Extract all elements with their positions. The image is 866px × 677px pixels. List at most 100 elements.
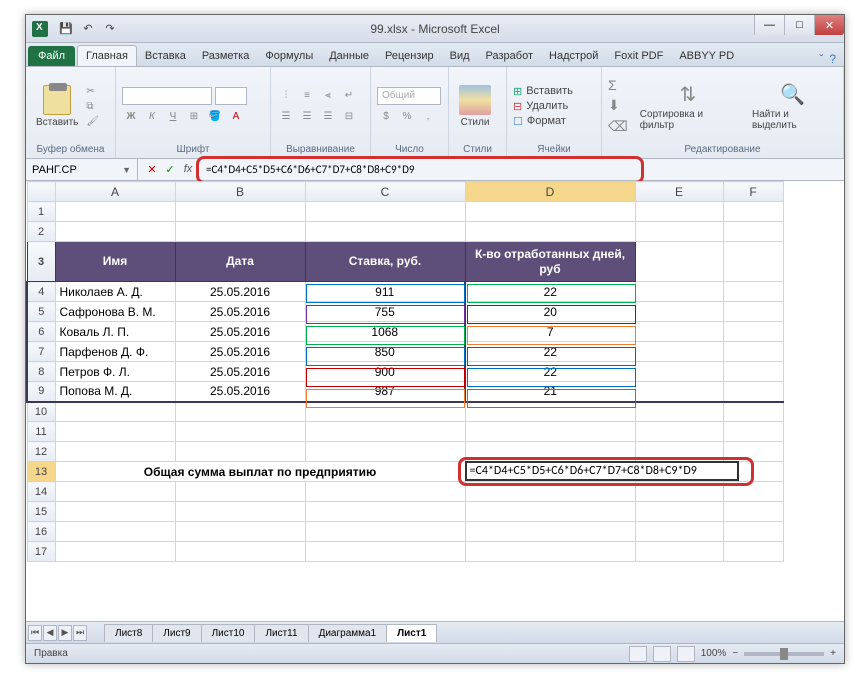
formula-input[interactable] bbox=[202, 159, 844, 180]
cell[interactable]: 22 bbox=[465, 362, 635, 382]
row-header[interactable]: 6 bbox=[27, 322, 55, 342]
sheet-nav-next[interactable]: ▶ bbox=[58, 625, 72, 641]
row-header[interactable]: 7 bbox=[27, 342, 55, 362]
fill-icon[interactable]: ⬇ bbox=[608, 97, 628, 114]
row-header[interactable]: 13 bbox=[27, 462, 55, 482]
row-header[interactable]: 17 bbox=[27, 542, 55, 562]
comma-button[interactable]: , bbox=[419, 108, 437, 126]
italic-button[interactable]: К bbox=[143, 108, 161, 126]
sheet-nav-prev[interactable]: ◀ bbox=[43, 625, 57, 641]
zoom-slider[interactable] bbox=[744, 652, 824, 656]
cut-icon[interactable]: ✂ bbox=[86, 86, 99, 97]
cell[interactable]: 25.05.2016 bbox=[175, 342, 305, 362]
cell[interactable]: 20 bbox=[465, 302, 635, 322]
maximize-button[interactable]: □ bbox=[784, 15, 814, 35]
tab-abbyy[interactable]: ABBYY PD bbox=[671, 46, 742, 66]
zoom-in-button[interactable]: + bbox=[830, 648, 836, 659]
bold-button[interactable]: Ж bbox=[122, 108, 140, 126]
view-page-layout-button[interactable] bbox=[653, 646, 671, 662]
sheet-nav-first[interactable]: ⏮ bbox=[28, 625, 42, 641]
save-button[interactable]: 💾 bbox=[56, 19, 76, 39]
cell[interactable]: 25.05.2016 bbox=[175, 302, 305, 322]
cells-insert-button[interactable]: ⊞Вставить bbox=[513, 85, 573, 98]
cell-editor[interactable]: =C4*D4+C5*D5+C6*D6+C7*D7+C8*D8+C9*D9 bbox=[465, 461, 739, 481]
cell[interactable]: 25.05.2016 bbox=[175, 362, 305, 382]
row-header[interactable]: 12 bbox=[27, 442, 55, 462]
number-format-combo[interactable]: Общий bbox=[377, 87, 441, 105]
row-header[interactable]: 8 bbox=[27, 362, 55, 382]
find-select-button[interactable]: 🔍 Найти и выделить bbox=[748, 80, 837, 133]
cell[interactable]: 987 bbox=[305, 382, 465, 402]
cell[interactable]: 755 bbox=[305, 302, 465, 322]
row-header[interactable]: 5 bbox=[27, 302, 55, 322]
name-box[interactable]: РАНГ.СР▼ bbox=[26, 159, 138, 180]
cell[interactable]: 25.05.2016 bbox=[175, 382, 305, 402]
cell[interactable]: 25.05.2016 bbox=[175, 322, 305, 342]
underline-button[interactable]: Ч bbox=[164, 108, 182, 126]
fill-color-button[interactable]: 🪣 bbox=[206, 108, 224, 126]
help-icon[interactable]: ? bbox=[829, 52, 836, 66]
cell[interactable]: Сафронова В. М. bbox=[55, 302, 175, 322]
cell[interactable]: Николаев А. Д. bbox=[55, 282, 175, 302]
tab-review[interactable]: Рецензир bbox=[377, 46, 442, 66]
row-header[interactable]: 1 bbox=[27, 202, 55, 222]
cell[interactable]: 22 bbox=[465, 342, 635, 362]
tab-layout[interactable]: Разметка bbox=[194, 46, 258, 66]
tab-home[interactable]: Главная bbox=[77, 45, 137, 66]
redo-button[interactable]: ↷ bbox=[100, 19, 120, 39]
cell[interactable]: Коваль Л. П. bbox=[55, 322, 175, 342]
formula-cancel-button[interactable]: ✕ bbox=[144, 163, 160, 176]
align-center-button[interactable]: ☰ bbox=[298, 108, 316, 126]
minimize-button[interactable]: — bbox=[754, 15, 784, 35]
copy-icon[interactable]: ⧉ bbox=[86, 101, 99, 112]
sheet-tab[interactable]: Лист11 bbox=[254, 624, 308, 642]
sheet-tab[interactable]: Диаграмма1 bbox=[308, 624, 388, 642]
table-header-name[interactable]: Имя bbox=[55, 242, 175, 282]
table-header-days[interactable]: К-во отработанных дней, руб bbox=[465, 242, 635, 282]
cell[interactable]: Петров Ф. Л. bbox=[55, 362, 175, 382]
row-header[interactable]: 16 bbox=[27, 522, 55, 542]
tab-foxit[interactable]: Foxit PDF bbox=[606, 46, 671, 66]
row-header[interactable]: 2 bbox=[27, 222, 55, 242]
worksheet-grid[interactable]: A B C D E F 1 2 3 Имя Дата Ставка, руб. … bbox=[26, 181, 844, 621]
align-middle-button[interactable]: ≡ bbox=[298, 87, 316, 105]
insert-function-button[interactable]: fx bbox=[180, 163, 196, 176]
view-normal-button[interactable] bbox=[629, 646, 647, 662]
col-header-d[interactable]: D bbox=[465, 182, 635, 202]
sheet-nav-last[interactable]: ⏭ bbox=[73, 625, 87, 641]
cell[interactable]: Попова М. Д. bbox=[55, 382, 175, 402]
cell[interactable]: 911 bbox=[305, 282, 465, 302]
percent-button[interactable]: % bbox=[398, 108, 416, 126]
select-all-corner[interactable] bbox=[27, 182, 55, 202]
merge-button[interactable]: ⊟ bbox=[340, 108, 358, 126]
cell[interactable]: 1068 bbox=[305, 322, 465, 342]
tab-addins[interactable]: Надстрой bbox=[541, 46, 606, 66]
col-header-b[interactable]: B bbox=[175, 182, 305, 202]
col-header-f[interactable]: F bbox=[723, 182, 783, 202]
paste-button[interactable]: Вставить bbox=[32, 83, 82, 130]
view-page-break-button[interactable] bbox=[677, 646, 695, 662]
sheet-tab-active[interactable]: Лист1 bbox=[386, 624, 437, 642]
row-header[interactable]: 10 bbox=[27, 402, 55, 422]
tab-data[interactable]: Данные bbox=[321, 46, 377, 66]
font-name-combo[interactable] bbox=[122, 87, 212, 105]
cell[interactable]: 850 bbox=[305, 342, 465, 362]
sheet-tab[interactable]: Лист10 bbox=[201, 624, 256, 642]
cells-format-button[interactable]: ☐Формат bbox=[513, 115, 573, 128]
wrap-text-button[interactable]: ↵ bbox=[340, 87, 358, 105]
clear-icon[interactable]: ⌫ bbox=[608, 118, 628, 135]
active-cell[interactable]: =C4*D4+C5*D5+C6*D6+C7*D7+C8*D8+C9*D9 bbox=[465, 462, 635, 482]
close-button[interactable]: ✕ bbox=[814, 15, 844, 35]
font-color-button[interactable]: A bbox=[227, 108, 245, 126]
col-header-a[interactable]: A bbox=[55, 182, 175, 202]
zoom-level[interactable]: 100% bbox=[701, 648, 727, 659]
align-left-button[interactable]: ☰ bbox=[277, 108, 295, 126]
cell[interactable]: 22 bbox=[465, 282, 635, 302]
cell[interactable]: 7 bbox=[465, 322, 635, 342]
formula-enter-button[interactable]: ✓ bbox=[162, 163, 178, 176]
row-header[interactable]: 3 bbox=[27, 242, 55, 282]
row-header[interactable]: 14 bbox=[27, 482, 55, 502]
row-header[interactable]: 4 bbox=[27, 282, 55, 302]
align-right-button[interactable]: ☰ bbox=[319, 108, 337, 126]
cell[interactable]: 21 bbox=[465, 382, 635, 402]
